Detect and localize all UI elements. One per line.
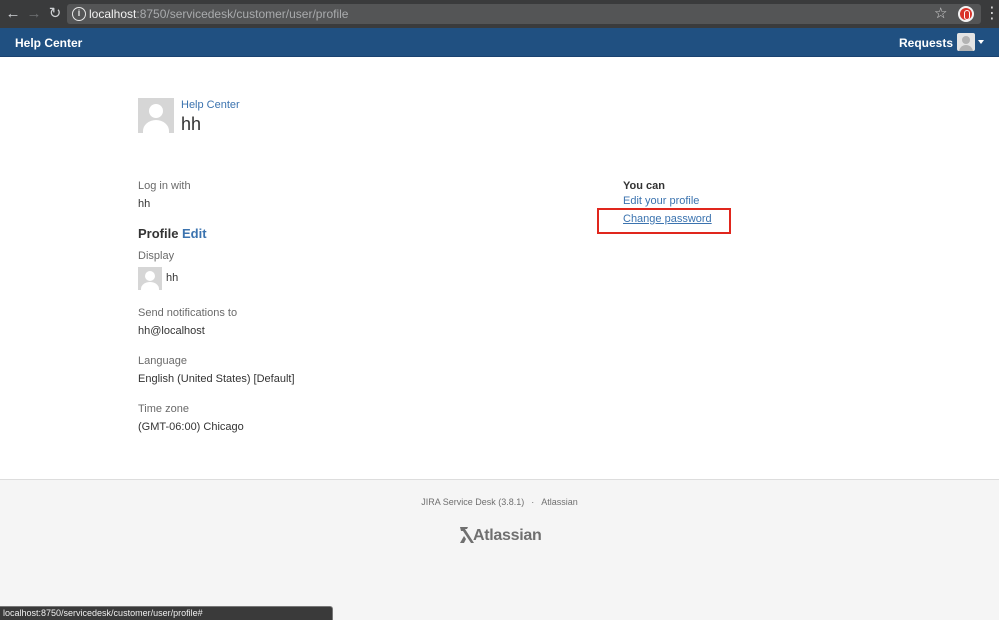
- info-icon[interactable]: i: [72, 7, 86, 21]
- address-url[interactable]: localhost:8750/servicedesk/customer/user…: [89, 7, 348, 21]
- footer: JIRA Service Desk (3.8.1) · Atlassian Atla…: [0, 479, 999, 620]
- extension-icon[interactable]: [958, 6, 974, 22]
- user-menu-caret-icon[interactable]: [978, 40, 984, 44]
- change-password-link[interactable]: Change password: [623, 213, 712, 226]
- browser-menu-icon[interactable]: ⋮: [984, 5, 999, 23]
- requests-link[interactable]: Requests: [899, 36, 953, 50]
- breadcrumb-help-center[interactable]: Help Center: [181, 99, 240, 112]
- back-arrow-icon[interactable]: ←: [5, 5, 21, 23]
- reload-icon[interactable]: ↻: [47, 5, 63, 23]
- footer-company-link[interactable]: Atlassian: [541, 497, 578, 507]
- footer-product-link[interactable]: JIRA Service Desk (3.8.1): [421, 497, 524, 507]
- login-label: Log in with: [138, 180, 191, 192]
- notifications-label: Send notifications to: [138, 307, 238, 319]
- you-can-heading: You can: [623, 180, 665, 192]
- notifications-value: hh@localhost: [138, 325, 205, 337]
- app-header: Help Center Requests: [0, 28, 999, 57]
- forward-arrow-icon[interactable]: →: [26, 5, 42, 23]
- user-avatar-icon[interactable]: [957, 33, 975, 51]
- status-url: localhost:8750/servicedesk/customer/user…: [3, 608, 203, 618]
- display-avatar: [138, 267, 162, 290]
- display-value: hh: [166, 272, 179, 284]
- footer-separator: ·: [531, 497, 535, 507]
- display-label: Display: [138, 250, 175, 262]
- address-bar[interactable]: i localhost:8750/servicedesk/customer/us…: [67, 4, 981, 24]
- page-title: hh: [181, 114, 202, 134]
- atlassian-logo-text: Atlassian: [473, 527, 542, 544]
- edit-profile-button[interactable]: Edit: [182, 226, 207, 241]
- help-center-logo[interactable]: Help Center: [15, 36, 82, 50]
- footer-info: JIRA Service Desk (3.8.1) · Atlassian: [0, 497, 999, 508]
- language-value: English (United States) [Default]: [138, 373, 295, 385]
- status-bar: localhost:8750/servicedesk/customer/user…: [0, 606, 333, 620]
- language-label: Language: [138, 355, 187, 367]
- timezone-value: (GMT-06:00) Chicago: [138, 421, 244, 433]
- profile-avatar: [138, 98, 174, 133]
- profile-heading: Profile: [138, 226, 179, 241]
- login-value: hh: [138, 198, 151, 210]
- timezone-label: Time zone: [138, 403, 189, 415]
- bookmark-star-icon[interactable]: ☆: [934, 5, 947, 23]
- edit-your-profile-link[interactable]: Edit your profile: [623, 195, 699, 208]
- browser-toolbar: ← → ↻ i localhost:8750/servicedesk/custo…: [0, 0, 999, 28]
